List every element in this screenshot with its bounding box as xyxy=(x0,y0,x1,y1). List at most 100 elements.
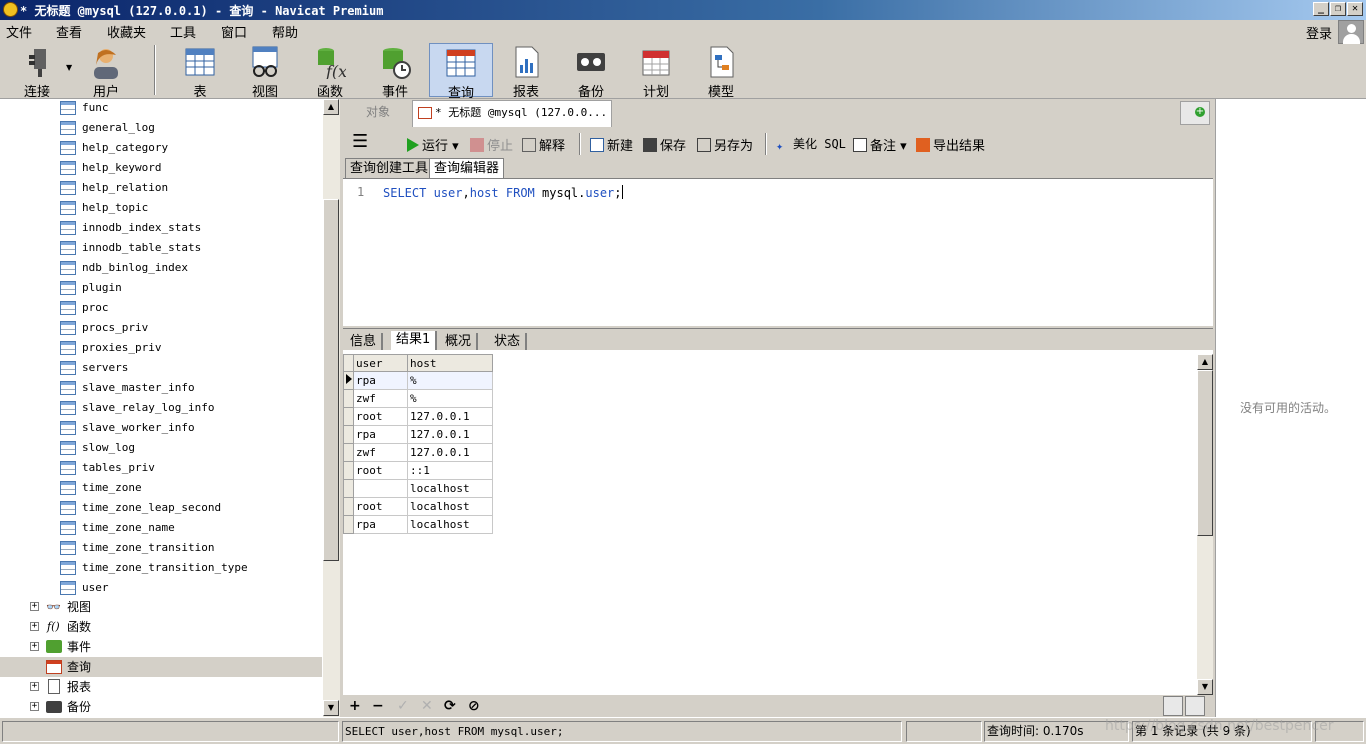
tree-table-item[interactable]: time_zone_transition xyxy=(0,538,322,558)
save-as-button[interactable]: 另存为 xyxy=(697,135,753,154)
save-button[interactable]: 保存 xyxy=(643,135,686,154)
row-header[interactable] xyxy=(343,389,354,408)
tab-query-editor[interactable]: 查询编辑器 xyxy=(429,158,505,178)
tree-group-events[interactable]: + 事件 xyxy=(0,637,322,657)
sql-code[interactable]: SELECT user,host FROM mysql.user; xyxy=(383,185,623,200)
model-button[interactable]: 模型 xyxy=(690,43,752,100)
expand-icon[interactable]: + xyxy=(30,642,39,651)
tree-table-item[interactable]: help_topic xyxy=(0,198,322,218)
tree-group-functions[interactable]: + f() 函数 xyxy=(0,617,322,637)
tab-query-builder[interactable]: 查询创建工具 xyxy=(345,158,434,178)
menu-help[interactable]: 帮助 xyxy=(272,22,298,41)
tree-table-item[interactable]: help_keyword xyxy=(0,158,322,178)
cell-host[interactable]: % xyxy=(407,371,493,390)
sql-editor[interactable]: 1 SELECT user,host FROM mysql.user; xyxy=(343,178,1213,326)
explain-button[interactable]: 解释 xyxy=(522,135,565,154)
tree-table-item[interactable]: servers xyxy=(0,358,322,378)
user-button[interactable]: 用户 xyxy=(75,43,137,100)
cell-host[interactable]: localhost xyxy=(407,479,493,498)
tree-table-item[interactable]: ndb_binlog_index xyxy=(0,258,322,278)
form-view-icon[interactable] xyxy=(1185,696,1205,716)
menu-file[interactable]: 文件 xyxy=(6,22,32,41)
tree-table-item[interactable]: tables_priv xyxy=(0,458,322,478)
tree-table-item[interactable]: time_zone_name xyxy=(0,518,322,538)
delete-record-icon[interactable]: − xyxy=(372,698,384,714)
cell-host[interactable]: % xyxy=(407,389,493,408)
cell-user[interactable]: root xyxy=(353,497,408,516)
grid-view-icon[interactable] xyxy=(1163,696,1183,716)
report-button[interactable]: 报表 xyxy=(495,43,557,100)
menu-favorites[interactable]: 收藏夹 xyxy=(107,22,146,41)
tree-table-item[interactable]: slave_relay_log_info xyxy=(0,398,322,418)
hamburger-menu-icon[interactable]: ☰ xyxy=(352,131,368,152)
add-record-icon[interactable]: + xyxy=(349,698,361,714)
row-header[interactable] xyxy=(343,479,354,498)
restore-button[interactable]: ❐ xyxy=(1330,2,1346,16)
tree-table-item[interactable]: slave_worker_info xyxy=(0,418,322,438)
connect-button[interactable]: 连接 xyxy=(6,43,68,100)
table-row[interactable]: rpa localhost xyxy=(343,515,493,534)
row-header[interactable] xyxy=(343,461,354,480)
tree-table-item[interactable]: time_zone_transition_type xyxy=(0,558,322,578)
table-row[interactable]: zwf 127.0.0.1 xyxy=(343,443,493,462)
expand-icon[interactable]: + xyxy=(30,602,39,611)
cell-user[interactable]: zwf xyxy=(353,443,408,462)
run-button[interactable]: 运行 ▾ xyxy=(407,135,459,154)
tree-table-item[interactable]: slow_log xyxy=(0,438,322,458)
scroll-down-icon[interactable]: ▼ xyxy=(323,700,339,716)
expand-icon[interactable]: + xyxy=(30,622,39,631)
tab-status[interactable]: 状态 xyxy=(489,333,528,351)
scroll-up-icon[interactable]: ▲ xyxy=(323,99,339,115)
tab-result1[interactable]: 结果1 xyxy=(391,331,438,351)
cell-user[interactable]: root xyxy=(353,407,408,426)
row-header[interactable] xyxy=(343,497,354,516)
scroll-thumb[interactable] xyxy=(323,199,339,561)
menu-tools[interactable]: 工具 xyxy=(170,22,196,41)
new-tab-icon[interactable] xyxy=(1180,101,1210,125)
expand-icon[interactable]: + xyxy=(30,682,39,691)
row-header[interactable] xyxy=(343,425,354,444)
table-button[interactable]: 表 xyxy=(169,43,231,100)
connect-dropdown-icon[interactable]: ▼ xyxy=(66,63,72,72)
grid-scrollbar[interactable]: ▲ ▼ xyxy=(1197,354,1213,695)
cell-host[interactable]: 127.0.0.1 xyxy=(407,425,493,444)
stop-loading-icon[interactable]: ⊘ xyxy=(468,698,480,714)
tree-table-item[interactable]: proxies_priv xyxy=(0,338,322,358)
tree-group-backups[interactable]: + 备份 xyxy=(0,697,322,717)
column-header-user[interactable]: user xyxy=(353,354,408,372)
tab-info[interactable]: 信息 xyxy=(345,333,384,351)
tree-table-item[interactable]: innodb_table_stats xyxy=(0,238,322,258)
table-row[interactable]: zwf% xyxy=(343,389,493,408)
close-button[interactable]: ✕ xyxy=(1347,2,1363,16)
discard-changes-icon[interactable]: ✕ xyxy=(421,698,433,714)
cell-host[interactable]: ::1 xyxy=(407,461,493,480)
apply-changes-icon[interactable]: ✓ xyxy=(397,698,409,714)
query-button[interactable]: 查询 xyxy=(429,43,493,101)
refresh-icon[interactable]: ⟳ xyxy=(444,698,456,714)
tree-table-item[interactable]: procs_priv xyxy=(0,318,322,338)
tree-group-reports[interactable]: + 报表 xyxy=(0,677,322,697)
cell-host[interactable]: localhost xyxy=(407,515,493,534)
tree-table-item[interactable]: user xyxy=(0,578,322,598)
tree-table-item[interactable]: proc xyxy=(0,298,322,318)
scroll-down-icon[interactable]: ▼ xyxy=(1197,679,1213,695)
menu-view[interactable]: 查看 xyxy=(56,22,82,41)
cell-host[interactable]: 127.0.0.1 xyxy=(407,443,493,462)
tree-group-views[interactable]: + 👓 视图 xyxy=(0,597,322,617)
cell-user[interactable]: rpa xyxy=(353,515,408,534)
event-button[interactable]: 事件 xyxy=(364,43,426,100)
export-result-button[interactable]: 导出结果 xyxy=(916,135,985,154)
table-row[interactable]: rpa% xyxy=(343,371,493,390)
tree-table-item[interactable]: slave_master_info xyxy=(0,378,322,398)
tree-table-item[interactable]: time_zone_leap_second xyxy=(0,498,322,518)
cell-host[interactable]: 127.0.0.1 xyxy=(407,407,493,426)
tab-objects[interactable]: 对象 xyxy=(346,101,410,125)
beautify-sql-button[interactable]: ✦ 美化 SQL xyxy=(776,135,846,153)
tree-table-item[interactable]: plugin xyxy=(0,278,322,298)
cell-user[interactable]: rpa xyxy=(353,425,408,444)
tree-group-queries[interactable]: 查询 xyxy=(0,657,322,677)
login-link[interactable]: 登录 xyxy=(1306,23,1332,42)
view-button[interactable]: 视图 xyxy=(234,43,296,100)
tree-scrollbar[interactable]: ▲ ▼ xyxy=(323,99,340,717)
minimize-button[interactable]: _ xyxy=(1313,2,1329,16)
